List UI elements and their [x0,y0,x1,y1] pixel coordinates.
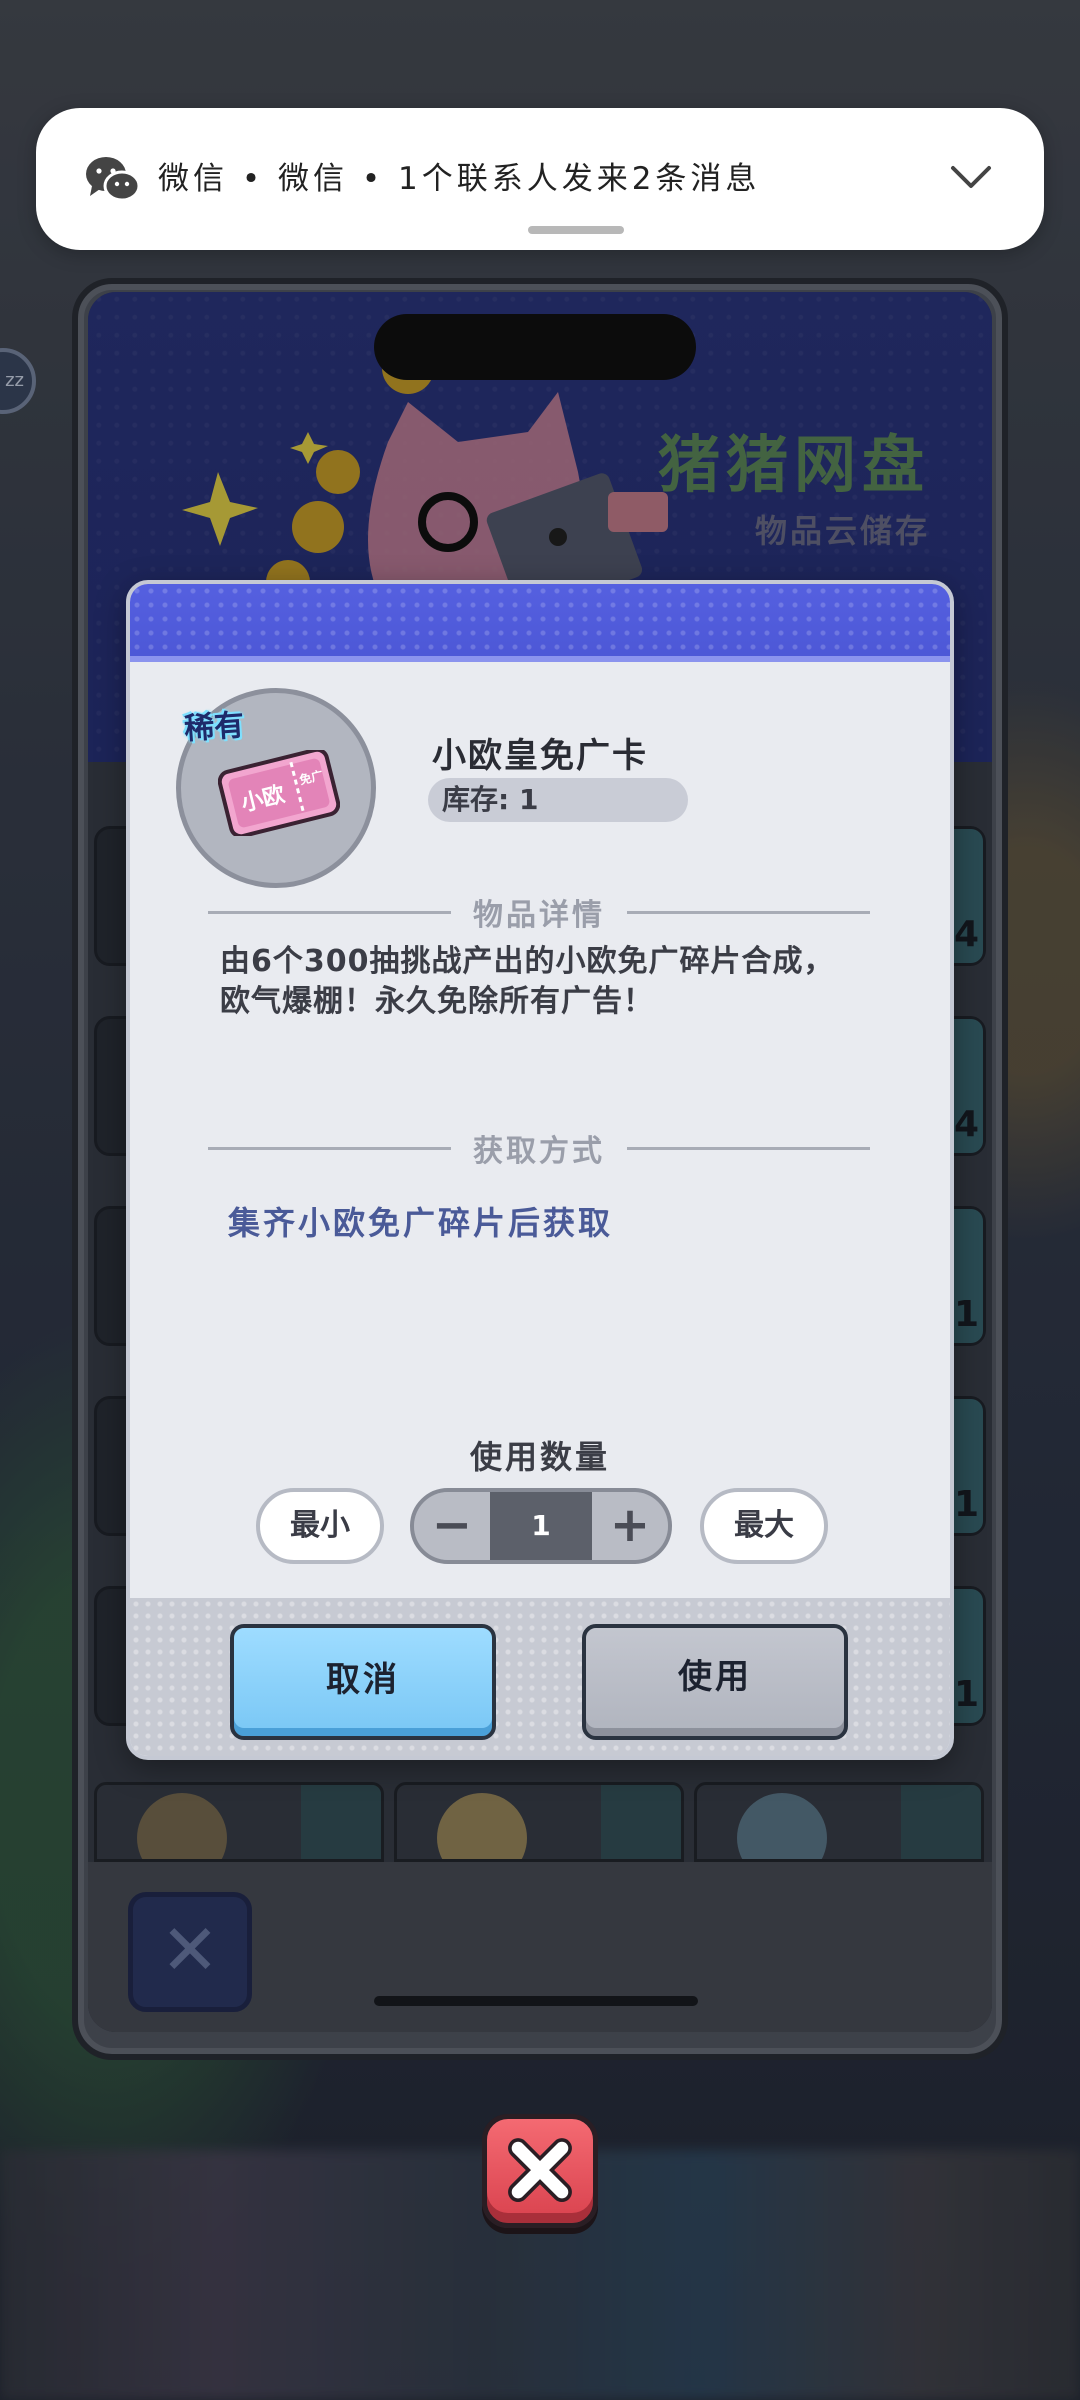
rarity-badge: 稀有 [183,707,246,748]
increment-button[interactable]: + [592,1492,668,1560]
obtain-header-label: 获取方式 [473,1134,605,1169]
max-quantity-button[interactable]: 最大 [700,1488,828,1564]
cancel-button[interactable]: 取消 [230,1624,496,1740]
wechat-icon [86,157,140,202]
close-dialog-button[interactable] [482,2114,598,2228]
details-section-header: 物品详情 [208,892,870,933]
use-button[interactable]: 使用 [582,1624,848,1740]
min-quantity-button[interactable]: 最小 [256,1488,384,1564]
chevron-down-icon[interactable] [950,163,992,191]
item-detail-dialog: 小欧 免广 稀有 小欧皇免广卡 库存: 1 物品详情 由6个300抽挑战产出的小… [126,580,954,1760]
obtain-method-text: 集齐小欧免广碎片后获取 [228,1204,614,1242]
item-description: 由6个300抽挑战产出的小欧免广碎片合成，欧气爆棚！永久免除所有广告！ [220,944,835,1019]
close-icon [508,2138,572,2203]
notification-handle[interactable] [528,226,624,234]
stock-label: 库存: 1 [428,778,688,822]
quantity-label: 使用数量 [469,1438,610,1476]
item-name: 小欧皇免广卡 [432,736,648,776]
details-header-label: 物品详情 [473,898,605,933]
notification-text: 微信 • 微信 • 1个联系人发来2条消息 [158,161,761,197]
quantity-stepper: − 1 + [410,1488,672,1564]
obtain-section-header: 获取方式 [208,1128,870,1169]
decrement-button[interactable]: − [414,1492,490,1560]
dialog-header [130,584,950,662]
wechat-notification[interactable]: 微信 • 微信 • 1个联系人发来2条消息 [36,108,1044,250]
ad-free-ticket-icon: 小欧 免广 [218,750,340,836]
quantity-value[interactable]: 1 [490,1492,592,1560]
